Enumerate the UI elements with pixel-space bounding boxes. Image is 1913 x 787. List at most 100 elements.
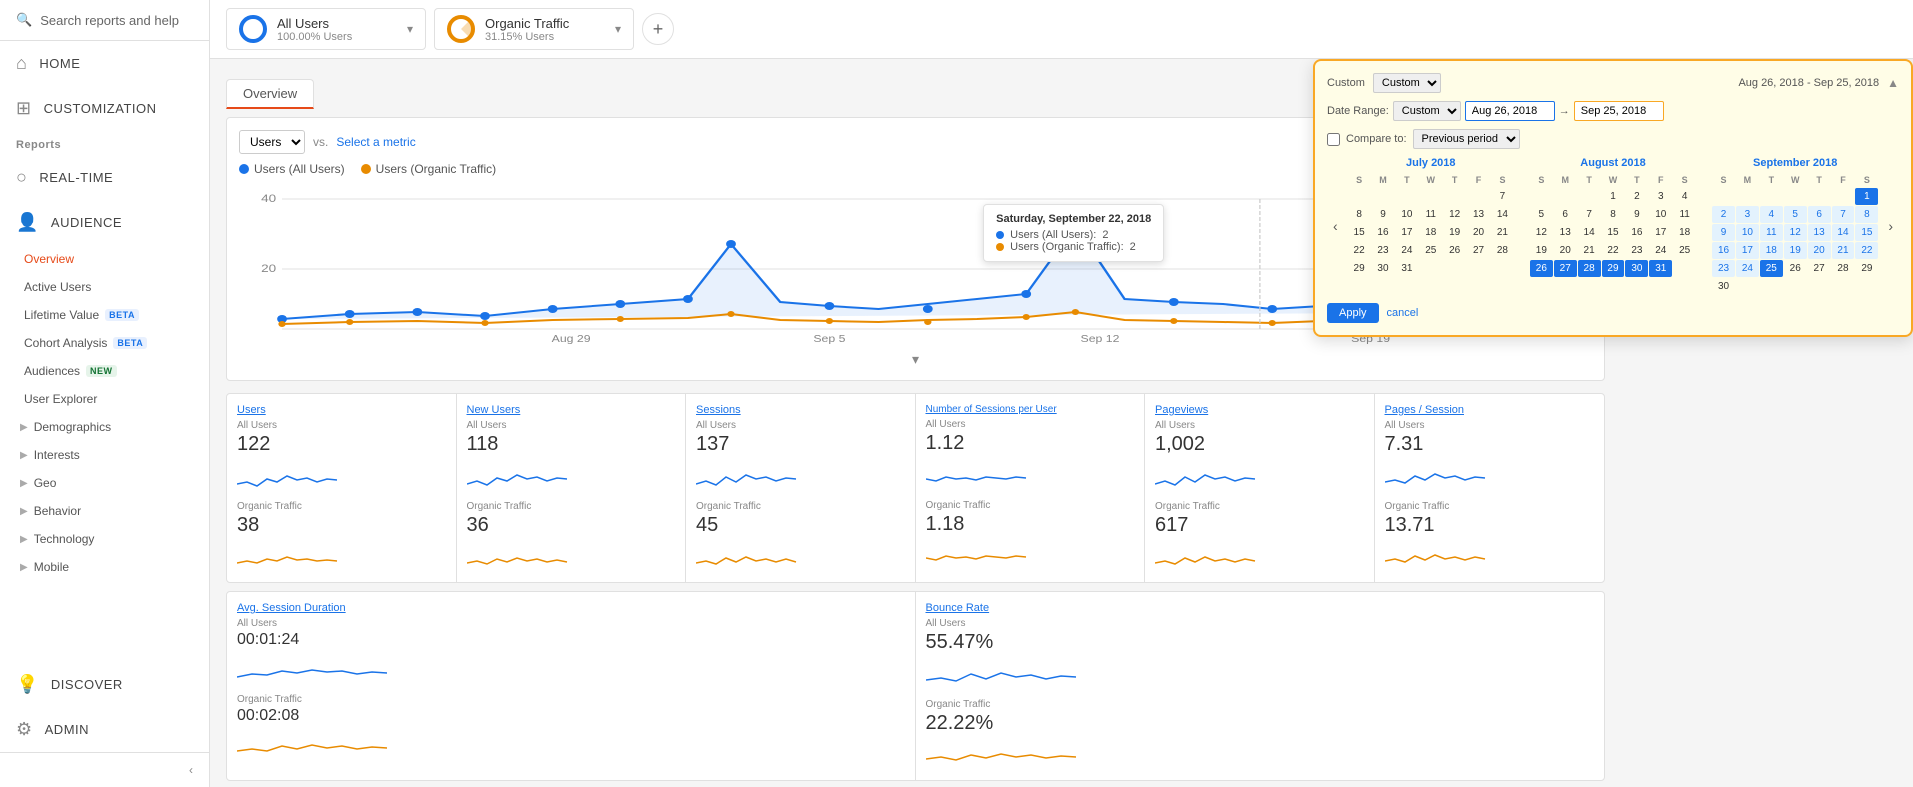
metric-card-bounce-rate: Bounce Rate All Users 55.47% Organic Tra…: [916, 592, 1605, 780]
segments-bar: All Users 100.00% Users ▾ Organic Traffi…: [210, 0, 1913, 59]
sidebar-item-interests[interactable]: ▶ Interests: [0, 441, 209, 469]
new-badge-audiences: NEW: [86, 365, 117, 377]
vs-label: vs.: [313, 135, 328, 149]
metric-spu-value: 1.12: [926, 432, 1135, 455]
metric-new-users-value: 118: [467, 433, 676, 456]
calendar-prev-button[interactable]: ‹: [1327, 216, 1344, 236]
sidebar-sub-user-explorer[interactable]: User Explorer: [0, 385, 209, 413]
search-placeholder: Search reports and help: [40, 13, 179, 28]
sidebar-sub-audiences[interactable]: Audiences NEW: [0, 357, 209, 385]
cancel-button[interactable]: cancel: [1387, 303, 1419, 323]
mini-chart-spu-blue: [926, 463, 1135, 491]
sidebar-item-home[interactable]: ⌂ HOME: [0, 41, 209, 86]
sidebar-collapse-button[interactable]: ‹: [0, 752, 209, 787]
organic-traffic-circle-icon: [447, 15, 475, 43]
apply-button[interactable]: Apply: [1327, 303, 1379, 323]
metric-title-pages-session[interactable]: Pages / Session: [1385, 404, 1595, 416]
mini-chart-bounce-blue: [926, 662, 1595, 690]
mini-chart-newusers-orange: [467, 541, 676, 569]
chart-scroll-down[interactable]: ▾: [239, 351, 1592, 368]
date-range-type-select[interactable]: Custom: [1393, 101, 1461, 121]
sidebar-item-admin[interactable]: ⚙ ADMIN: [0, 707, 209, 752]
metric-new-users-organic-value: 36: [467, 514, 676, 537]
sidebar-item-geo[interactable]: ▶ Geo: [0, 469, 209, 497]
metric-allusers-label-1: All Users: [467, 420, 676, 431]
compare-checkbox[interactable]: [1327, 133, 1340, 146]
metric-title-sessions-per-user[interactable]: Number of Sessions per User: [926, 404, 1135, 415]
svg-text:Sep 5: Sep 5: [813, 334, 845, 344]
sidebar-item-behavior[interactable]: ▶ Behavior: [0, 497, 209, 525]
sidebar-item-mobile[interactable]: ▶ Mobile: [0, 553, 209, 581]
calendar-next-button[interactable]: ›: [1882, 216, 1899, 236]
sidebar-sub-lifetime[interactable]: Lifetime Value BETA: [0, 301, 209, 329]
metric-title-avg-duration[interactable]: Avg. Session Duration: [237, 602, 905, 614]
svg-text:20: 20: [261, 262, 276, 274]
sidebar-sub-active-users[interactable]: Active Users: [0, 273, 209, 301]
metric-card-new-users: New Users All Users 118 Organic Traffic …: [457, 394, 687, 582]
metric-allusers-label-0: All Users: [237, 420, 446, 431]
segment-all-users[interactable]: All Users 100.00% Users ▾: [226, 8, 426, 50]
metric-card-pageviews: Pageviews All Users 1,002 Organic Traffi…: [1145, 394, 1375, 582]
legend-dot-blue: [239, 164, 249, 174]
sidebar-sub-overview[interactable]: Overview: [0, 245, 209, 273]
metric-title-users[interactable]: Users: [237, 404, 446, 416]
metric-organic-label-1: Organic Traffic: [467, 501, 676, 512]
august-grid: SMTWTFS 1234 567891011 12131415161718 19…: [1530, 173, 1696, 277]
metric-organic-label-2: Organic Traffic: [696, 501, 905, 512]
calendar-july: July 2018 SMTWTFS 7 891011121314 1516171…: [1348, 157, 1514, 295]
compare-label: Compare to:: [1346, 133, 1407, 145]
date-range-inputs: Custom Custom Aug 26, 2018 - Sep 25, 201…: [1327, 73, 1899, 93]
sidebar-item-demographics[interactable]: ▶ Demographics: [0, 413, 209, 441]
mini-chart-spu-orange: [926, 540, 1135, 568]
range-type-select[interactable]: Custom: [1373, 73, 1441, 93]
metric-title-pageviews[interactable]: Pageviews: [1155, 404, 1364, 416]
sidebar-item-discover[interactable]: 💡 DISCOVER: [0, 662, 209, 707]
search-bar[interactable]: 🔍 Search reports and help: [0, 0, 209, 41]
all-users-name: All Users: [277, 16, 397, 31]
metric-card-pages-session: Pages / Session All Users 7.31 Organic T…: [1375, 394, 1605, 582]
metric-title-bounce-rate[interactable]: Bounce Rate: [926, 602, 1595, 614]
metric-title-new-users[interactable]: New Users: [467, 404, 676, 416]
sidebar-item-realtime[interactable]: ○ REAL-TIME: [0, 155, 209, 200]
overview-tab[interactable]: Overview: [226, 79, 314, 109]
date-range-text-label: Date Range:: [1327, 105, 1389, 117]
admin-icon: ⚙: [16, 719, 33, 740]
compare-period-select[interactable]: Previous period: [1413, 129, 1520, 149]
end-date-input[interactable]: [1574, 101, 1664, 121]
metric-card-users: Users All Users 122 Organic Traffic 38: [227, 394, 457, 582]
date-range-label: Custom: [1327, 77, 1365, 89]
day-header: S: [1348, 173, 1371, 187]
metric-select[interactable]: Users: [239, 130, 305, 154]
sidebar-item-technology[interactable]: ▶ Technology: [0, 525, 209, 553]
mini-chart-users-orange: [237, 541, 446, 569]
segment-organic-traffic[interactable]: Organic Traffic 31.15% Users ▾: [434, 8, 634, 50]
july-grid: SMTWTFS 7 891011121314 15161718192021 22…: [1348, 173, 1514, 277]
calendar-months: July 2018 SMTWTFS 7 891011121314 1516171…: [1348, 157, 1879, 295]
add-segment-button[interactable]: +: [642, 13, 674, 45]
audience-icon: 👤: [16, 212, 39, 233]
mini-chart-users-blue: [237, 464, 446, 492]
beta-badge-lifetime: BETA: [105, 309, 139, 321]
scroll-down-icon: ▾: [912, 351, 919, 367]
metric-organic-label-7: Organic Traffic: [926, 699, 1595, 710]
mini-chart-ps-blue: [1385, 464, 1595, 492]
main-content: All Users 100.00% Users ▾ Organic Traffi…: [210, 0, 1913, 787]
start-date-input[interactable]: [1465, 101, 1555, 121]
sidebar-sub-cohort[interactable]: Cohort Analysis BETA: [0, 329, 209, 357]
select-metric-link[interactable]: Select a metric: [336, 135, 415, 149]
sidebar-item-customization[interactable]: ⊞ CUSTOMIZATION: [0, 86, 209, 131]
metric-title-sessions[interactable]: Sessions: [696, 404, 905, 416]
date-header-arrow[interactable]: ▲: [1887, 76, 1899, 90]
august-title: August 2018: [1530, 157, 1696, 169]
metric-ps-value: 7.31: [1385, 433, 1595, 456]
customization-icon: ⊞: [16, 98, 32, 119]
metric-organic-label-5: Organic Traffic: [1385, 501, 1595, 512]
svg-text:40: 40: [261, 192, 276, 204]
realtime-icon: ○: [16, 167, 27, 188]
sidebar-item-audience[interactable]: 👤 AUDIENCE: [0, 200, 209, 245]
metric-allusers-label-2: All Users: [696, 420, 905, 431]
metric-sessions-organic-value: 45: [696, 514, 905, 537]
sidebar-audience-label: AUDIENCE: [51, 215, 122, 230]
metric-organic-label-3: Organic Traffic: [926, 500, 1135, 511]
arrow-icon-geo: ▶: [20, 478, 28, 489]
